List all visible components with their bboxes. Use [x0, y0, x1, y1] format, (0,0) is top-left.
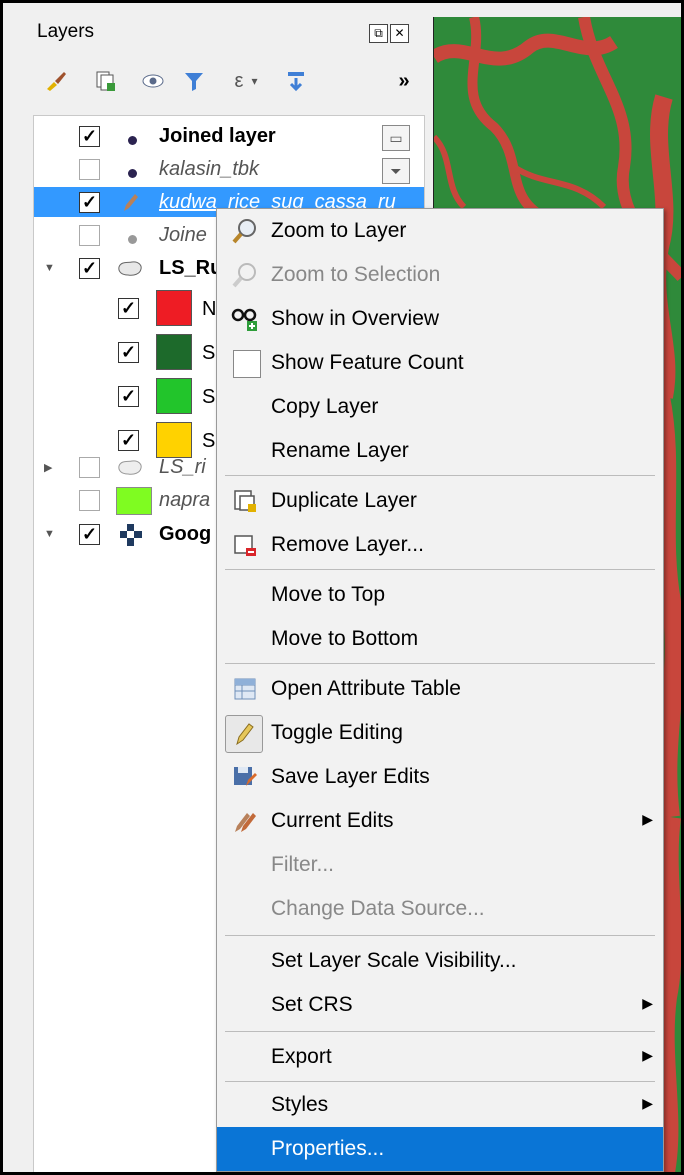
legend-swatch — [156, 290, 192, 326]
panel-title: Layers — [37, 21, 95, 42]
panel-title-buttons: ⧉ ✕ — [369, 24, 409, 43]
menu-item-copy-layer[interactable]: Copy Layer — [217, 385, 663, 429]
menu-item-rename-layer[interactable]: Rename Layer — [217, 429, 663, 473]
menu-item-set-layer-scale-visibility[interactable]: Set Layer Scale Visibility... — [217, 939, 663, 983]
menu-item-filter: Filter... — [271, 853, 335, 876]
layer-label: Joine — [159, 224, 207, 246]
legend-label: S — [202, 342, 216, 364]
legend-label: S — [202, 386, 216, 408]
toolbar-overflow-button[interactable]: » — [389, 66, 419, 96]
layer-row[interactable]: ✓ Joined layer ▭ — [34, 121, 424, 151]
layer-checkbox[interactable] — [79, 490, 100, 511]
menu-separator — [225, 1031, 655, 1032]
menu-separator — [225, 1081, 655, 1082]
layer-label: napra — [159, 489, 211, 511]
polygon-layer-icon — [116, 259, 144, 284]
menu-item-zoom-to-selection: Zoom to Selection — [217, 253, 663, 297]
layer-row[interactable]: kalasin_tbk ⏷ — [34, 154, 424, 184]
layer-checkbox[interactable] — [79, 457, 100, 478]
submenu-arrow-icon: ▶ — [642, 1095, 653, 1111]
filter-legend-icon[interactable] — [179, 66, 209, 96]
collapse-arrow-icon[interactable]: ▶ — [44, 461, 52, 474]
point-layer-icon — [128, 136, 137, 145]
menu-item-open-attribute-table[interactable]: Open Attribute Table — [217, 667, 663, 711]
remove-layer-icon — [231, 531, 259, 559]
layer-checkbox[interactable] — [79, 225, 100, 246]
filter-expression-icon[interactable]: ε ▾ — [219, 66, 273, 96]
layer-label: LS_Ru — [159, 257, 223, 279]
layer-checkbox[interactable]: ✓ — [79, 524, 100, 545]
expand-arrow-icon[interactable]: ▼ — [44, 528, 55, 540]
legend-checkbox[interactable]: ✓ — [118, 430, 139, 451]
editing-pencil-icon — [120, 191, 140, 218]
current-edits-icon — [231, 807, 259, 835]
style-brush-icon[interactable] — [41, 66, 71, 96]
submenu-arrow-icon: ▶ — [642, 811, 653, 827]
add-group-icon[interactable] — [91, 66, 121, 96]
layers-toolbar: ε ▾ » — [41, 66, 421, 100]
menu-item-styles[interactable]: Styles ▶ — [217, 1083, 663, 1127]
submenu-arrow-icon: ▶ — [642, 995, 653, 1011]
legend-checkbox[interactable]: ✓ — [118, 298, 139, 319]
menu-item-set-crs[interactable]: Set CRS ▶ — [217, 983, 663, 1027]
point-layer-icon — [128, 169, 137, 178]
layer-label: Joined layer — [159, 125, 276, 147]
close-panel-button[interactable]: ✕ — [390, 24, 409, 43]
expand-all-icon[interactable] — [281, 66, 311, 96]
menu-item-move-to-bottom[interactable]: Move to Bottom — [217, 617, 663, 661]
menu-item-current-edits[interactable]: Current Edits ▶ — [217, 799, 663, 843]
filter-icon: ⏷ — [382, 158, 410, 184]
point-layer-icon — [128, 235, 137, 244]
menu-item-move-to-top[interactable]: Move to Top — [217, 573, 663, 617]
float-panel-button[interactable]: ⧉ — [369, 24, 388, 43]
menu-item-show-feature-count[interactable]: Show Feature Count — [217, 341, 663, 385]
menu-item-show-in-overview[interactable]: Show in Overview — [217, 297, 663, 341]
qgis-window: Layers ⧉ ✕ ε ▾ » ✓ Joined layer ▭ kalasi… — [3, 3, 681, 1172]
menu-item-export[interactable]: Export ▶ — [217, 1035, 663, 1079]
overview-glasses-icon — [231, 305, 259, 333]
layer-checkbox[interactable]: ✓ — [79, 192, 100, 213]
submenu-arrow-icon: ▶ — [642, 1047, 653, 1063]
zoom-layer-icon — [231, 217, 259, 245]
menu-separator — [225, 663, 655, 664]
toggle-editing-pencil-icon — [225, 715, 263, 753]
menu-item-properties[interactable]: Properties... — [217, 1127, 663, 1171]
legend-swatch — [156, 334, 192, 370]
menu-item-change-data-source: Change Data Source... — [271, 897, 485, 920]
legend-label: S — [202, 430, 216, 452]
legend-checkbox[interactable]: ✓ — [118, 342, 139, 363]
menu-item-remove-layer[interactable]: Remove Layer... — [217, 523, 663, 567]
menu-item-save-layer-edits[interactable]: Save Layer Edits — [217, 755, 663, 799]
expand-arrow-icon[interactable]: ▼ — [44, 262, 55, 274]
layer-checkbox[interactable] — [79, 159, 100, 180]
duplicate-layer-icon — [231, 487, 259, 515]
menu-separator — [225, 569, 655, 570]
menu-item-toggle-editing[interactable]: Toggle Editing — [217, 711, 663, 755]
layer-label: Goog — [159, 523, 212, 545]
menu-item-zoom-to-layer[interactable]: Zoom to Layer — [217, 209, 663, 253]
attribute-table-icon — [231, 675, 259, 703]
layer-label: kalasin_tbk — [159, 158, 260, 180]
polygon-layer-icon — [116, 458, 144, 483]
legend-checkbox[interactable]: ✓ — [118, 386, 139, 407]
menu-separator — [225, 475, 655, 476]
zoom-selection-icon — [231, 261, 259, 289]
raster-swatch-icon — [116, 487, 152, 515]
layer-checkbox[interactable]: ✓ — [79, 258, 100, 279]
legend-swatch — [156, 378, 192, 414]
manage-visibility-icon[interactable] — [139, 66, 169, 96]
save-edits-icon — [231, 763, 259, 791]
feature-count-checkbox[interactable] — [233, 350, 261, 378]
legend-label: N — [202, 298, 217, 320]
layer-checkbox[interactable]: ✓ — [79, 126, 100, 147]
layer-context-menu: Zoom to Layer Zoom to Selection Show in … — [216, 208, 664, 1172]
memory-layer-icon: ▭ — [382, 125, 410, 151]
layer-label: LS_ri — [159, 456, 206, 478]
raster-layer-icon — [120, 524, 142, 551]
menu-separator — [225, 935, 655, 936]
menu-item-duplicate-layer[interactable]: Duplicate Layer — [217, 479, 663, 523]
